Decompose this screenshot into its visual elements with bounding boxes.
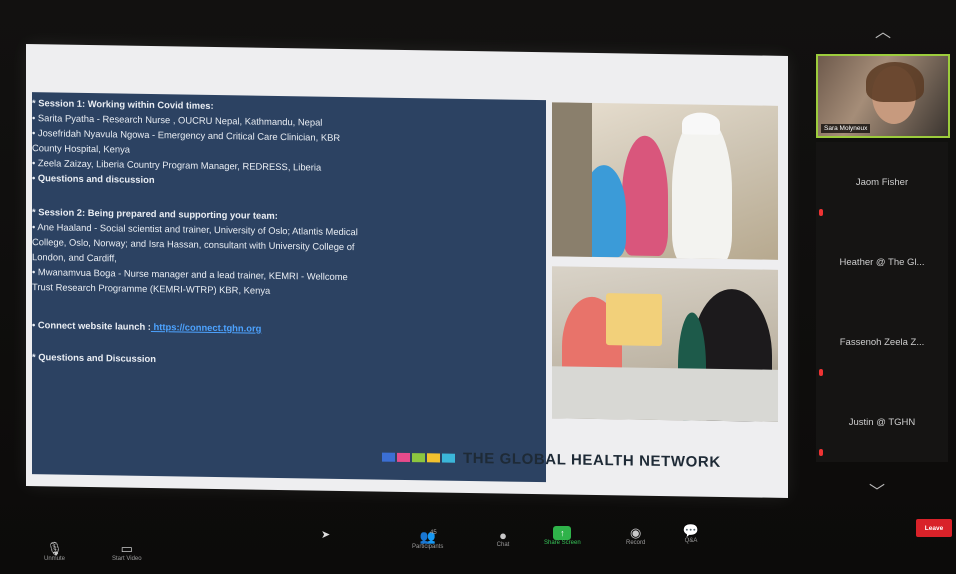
active-speaker-video[interactable]: Sara Molyneux — [816, 54, 950, 138]
logo-text: THE GLOBAL HEALTH NETWORK — [463, 449, 721, 471]
qa-icon: 💬 — [682, 523, 700, 538]
agenda-line: • Questions and discussion — [32, 172, 155, 186]
agenda-line: • Connect website launch : https://conne… — [32, 319, 262, 334]
participants-button[interactable]: 👥 45 Participants — [412, 529, 443, 550]
connect-website-link[interactable]: https://connect.tghn.org — [151, 321, 262, 334]
video-off-icon: ▭ — [120, 541, 133, 556]
logo-bar — [442, 453, 455, 463]
mic-muted-icon — [819, 209, 823, 216]
mic-muted-icon — [819, 449, 823, 456]
logo-bar — [427, 452, 440, 463]
monitor-screen: * Session 1: Working within Covid times:… — [0, 0, 956, 574]
participant-count: 45 — [430, 530, 437, 536]
logo-bar — [412, 452, 425, 462]
participant-tile[interactable]: Fassenoh Zeela Z... — [816, 302, 948, 382]
share-screen-icon: ↑ — [553, 526, 572, 540]
participant-name: Heather @ The Gl... — [839, 256, 925, 268]
participant-name: Justin @ TGHN — [848, 416, 916, 428]
agenda-panel: * Session 1: Working within Covid times:… — [32, 92, 546, 483]
chevron-up-icon[interactable]: ︿ — [875, 18, 891, 42]
participant-panel: ︿ Sara Molyneux Jaom Fisher Heather @ Th… — [812, 0, 956, 574]
start-video-button[interactable]: ▭ Start Video — [112, 541, 142, 562]
share-screen-button[interactable]: ↑ Share Screen — [544, 526, 581, 546]
participant-name: Jaom Fisher — [855, 176, 909, 188]
chat-icon: ● — [499, 527, 507, 543]
agenda-line: * Questions and Discussion — [32, 351, 156, 365]
logo-bar — [397, 452, 410, 462]
record-button[interactable]: ◉ Record — [626, 525, 645, 546]
logo-color-bars — [382, 452, 455, 463]
unmute-button[interactable]: 🎙 Unmute — [44, 541, 65, 562]
agenda-line: London, and Cardiff, — [32, 251, 117, 264]
mic-muted-icon: 🎙 — [46, 541, 63, 556]
meeting-toolbar: 🎙 Unmute ▭ Start Video 👥 45 Participants ● Ch… — [0, 512, 956, 574]
agenda-line: Trust Research Programme (KEMRI-WTRP) KB… — [32, 281, 271, 296]
chat-button[interactable]: ● Chat — [494, 527, 512, 549]
participant-tile[interactable]: Justin @ TGHN — [816, 382, 948, 462]
agenda-line: County Hospital, Kenya — [32, 142, 130, 155]
logo-bar — [382, 452, 395, 462]
participant-name: Fassenoh Zeela Z... — [839, 336, 925, 348]
clinic-photo — [552, 266, 778, 422]
record-icon: ◉ — [630, 525, 642, 540]
participant-tile[interactable]: Heather @ The Gl... — [816, 222, 948, 302]
participant-tile[interactable]: Jaom Fisher — [816, 142, 948, 222]
vaccination-photo — [552, 102, 778, 260]
cursor-icon: ➤ — [321, 529, 331, 541]
leave-button[interactable]: Leave — [916, 519, 952, 537]
qa-button[interactable]: 💬 Q&A — [682, 523, 700, 544]
speaker-name-tag: Sara Molyneux — [821, 124, 871, 133]
shared-slide: * Session 1: Working within Covid times:… — [26, 44, 788, 498]
chevron-down-icon[interactable]: ﹀ — [869, 478, 885, 502]
mic-muted-icon — [819, 369, 823, 376]
